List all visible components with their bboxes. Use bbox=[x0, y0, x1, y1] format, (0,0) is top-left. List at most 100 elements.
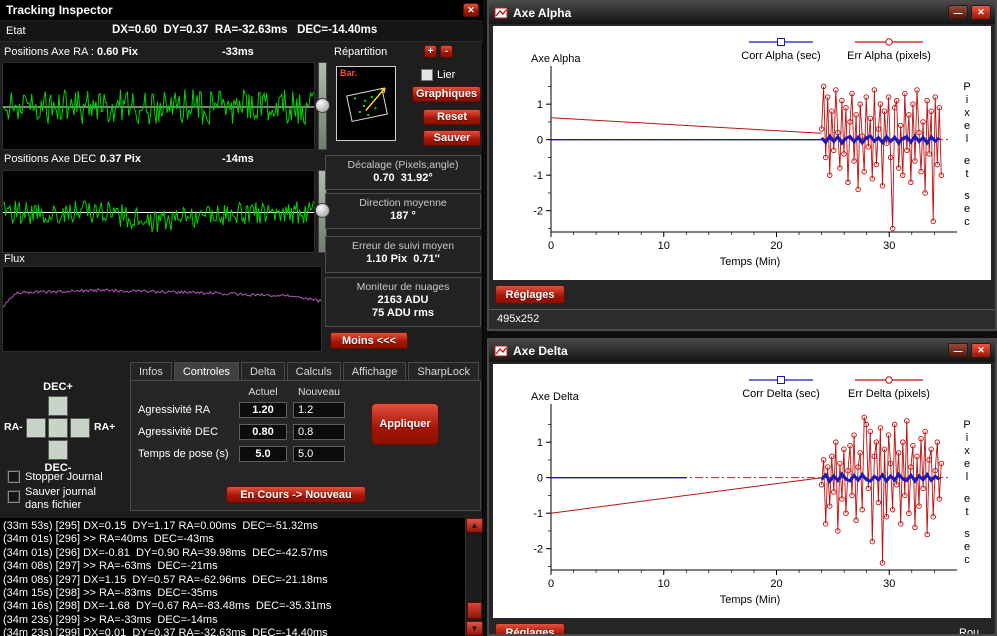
log-line: (34m 08s) [297] DX=1.15 DY=0.57 RA=-62.9… bbox=[0, 574, 483, 587]
svg-text:s: s bbox=[964, 528, 970, 540]
temps-de-pose-input[interactable] bbox=[293, 446, 345, 462]
tab-calculs[interactable]: Calculs bbox=[287, 362, 341, 381]
dpad-right-label: RA+ bbox=[94, 421, 115, 433]
svg-text:20: 20 bbox=[770, 240, 782, 252]
dpad-ra-minus-button[interactable] bbox=[26, 418, 46, 438]
bar-label: Bar. bbox=[340, 68, 357, 78]
svg-text:t: t bbox=[965, 168, 968, 180]
titlebar[interactable]: Axe Delta — ✕ bbox=[489, 340, 995, 362]
minimize-icon[interactable]: — bbox=[948, 5, 968, 20]
tab-controles[interactable]: Controles bbox=[174, 362, 239, 381]
svg-text:e: e bbox=[964, 458, 970, 470]
stopper-journal-label: Stopper Journal bbox=[25, 471, 103, 483]
svg-text:0: 0 bbox=[548, 240, 554, 252]
scrollbar-thumb[interactable] bbox=[467, 602, 482, 619]
ra-row-label: Positions Axe RA : bbox=[4, 46, 94, 58]
chart-client: 010203010-1-2Temps (Min)Axe AlphaCorr Al… bbox=[493, 26, 991, 280]
appliquer-button[interactable]: Appliquer bbox=[371, 403, 439, 445]
tab-infos[interactable]: Infos bbox=[130, 362, 172, 381]
row-label-agressivite-dec: Agressivité DEC bbox=[138, 426, 218, 438]
column-header-actuel: Actuel bbox=[239, 386, 287, 398]
reglages-button[interactable]: Réglages bbox=[495, 623, 565, 636]
reset-button[interactable]: Reset bbox=[423, 109, 481, 125]
agressivite-dec-input[interactable] bbox=[293, 424, 345, 440]
reglages-button[interactable]: Réglages bbox=[495, 285, 565, 304]
nuages-value-1: 2163 ADU bbox=[326, 294, 480, 306]
nuages-box: Moniteur de nuages 2163 ADU 75 ADU rms bbox=[325, 277, 481, 327]
svg-text:30: 30 bbox=[883, 240, 895, 252]
client-size-status: 495x252 bbox=[497, 313, 539, 325]
row-label-agressivite-ra: Agressivité RA bbox=[138, 404, 210, 416]
tab-sharplock[interactable]: SharpLock bbox=[408, 362, 479, 381]
ra-slider-knob[interactable] bbox=[315, 98, 330, 113]
log-area: (33m 53s) [295] DX=0.15 DY=1.17 RA=0.00m… bbox=[0, 518, 483, 636]
etat-label: Etat bbox=[6, 25, 26, 37]
sauver-journal-checkbox[interactable] bbox=[7, 490, 20, 503]
tab-affichage[interactable]: Affichage bbox=[343, 362, 407, 381]
log-scrollbar[interactable]: ▲ ▼ bbox=[465, 518, 482, 636]
svg-text:e: e bbox=[964, 120, 970, 132]
svg-text:30: 30 bbox=[883, 578, 895, 590]
scroll-down-icon[interactable]: ▼ bbox=[466, 621, 483, 636]
svg-text:e: e bbox=[964, 493, 970, 505]
etat-row: Etat DX=0.60 DY=0.37 RA=-32.63ms DEC=-14… bbox=[0, 21, 483, 42]
ra-pix-value: 0.60 Pix bbox=[97, 46, 138, 58]
svg-text:Err Alpha (pixels): Err Alpha (pixels) bbox=[847, 50, 931, 62]
temps-de-pose-actuel: 5.0 bbox=[239, 446, 287, 462]
svg-text:e: e bbox=[964, 541, 970, 553]
dec-pix-value: 0.37 Pix bbox=[100, 153, 141, 165]
titlebar[interactable]: Tracking Inspector ✕ bbox=[0, 0, 483, 20]
sauver-button[interactable]: Sauver bbox=[423, 130, 481, 146]
dec-slider-knob[interactable] bbox=[315, 203, 330, 218]
svg-text:P: P bbox=[963, 81, 970, 93]
svg-text:Axe Alpha: Axe Alpha bbox=[531, 53, 581, 65]
desktop: Tracking Inspector ✕ Etat DX=0.60 DY=0.3… bbox=[0, 0, 997, 636]
svg-text:e: e bbox=[964, 155, 970, 167]
dpad-dec-plus-button[interactable] bbox=[48, 396, 68, 416]
chart-client: 010203010-1-2Temps (Min)Axe DeltaCorr De… bbox=[493, 364, 991, 618]
dec-ms-value: -14ms bbox=[222, 153, 254, 165]
dpad-center-button[interactable] bbox=[48, 418, 68, 438]
svg-text:c: c bbox=[964, 216, 970, 228]
lier-checkbox[interactable] bbox=[421, 69, 433, 81]
dpad-dec-minus-button[interactable] bbox=[48, 440, 68, 460]
tab-bar: Infos Controles Delta Calculs Affichage … bbox=[130, 362, 481, 381]
tab-delta[interactable]: Delta bbox=[241, 362, 285, 381]
log-line: (34m 08s) [297] >> RA=-63ms DEC=-21ms bbox=[0, 560, 483, 573]
close-icon[interactable]: ✕ bbox=[971, 5, 991, 20]
en-cours-nouveau-button[interactable]: En Cours -> Nouveau bbox=[226, 486, 366, 503]
stopper-journal-checkbox[interactable] bbox=[7, 470, 20, 483]
minimize-icon[interactable]: — bbox=[948, 343, 968, 358]
svg-text:Temps (Min): Temps (Min) bbox=[720, 594, 781, 606]
svg-text:x: x bbox=[964, 107, 970, 119]
etat-value: DX=0.60 DY=0.37 RA=-32.63ms DEC=-14.40ms bbox=[112, 24, 377, 36]
svg-text:Corr Delta (sec): Corr Delta (sec) bbox=[742, 388, 820, 400]
svg-text:-2: -2 bbox=[533, 206, 543, 218]
scroll-up-icon[interactable]: ▲ bbox=[466, 518, 483, 533]
log-line: (34m 23s) [299] >> RA=-33ms DEC=-14ms bbox=[0, 614, 483, 627]
flux-label: Flux bbox=[4, 253, 25, 265]
lier-label: Lier bbox=[437, 69, 455, 81]
close-icon[interactable]: ✕ bbox=[463, 3, 479, 17]
delta-chart: 010203010-1-2Temps (Min)Axe DeltaCorr De… bbox=[493, 364, 991, 618]
sauver-journal-label-2: dans fichier bbox=[25, 499, 81, 511]
agressivite-dec-actuel: 0.80 bbox=[239, 424, 287, 440]
titlebar[interactable]: Axe Alpha — ✕ bbox=[489, 2, 995, 24]
svg-text:-1: -1 bbox=[533, 508, 543, 520]
dpad-ra-plus-button[interactable] bbox=[70, 418, 90, 438]
window-title: Axe Delta bbox=[513, 344, 568, 358]
graphiques-button[interactable]: Graphiques bbox=[412, 86, 481, 102]
agressivite-ra-input[interactable] bbox=[293, 402, 345, 418]
moins-button[interactable]: Moins <<< bbox=[330, 332, 408, 349]
svg-text:x: x bbox=[964, 445, 970, 457]
window-title: Axe Alpha bbox=[513, 6, 571, 20]
dpad-left-label: RA- bbox=[4, 421, 23, 433]
log-line: (34m 01s) [296] DX=-0.81 DY=0.90 RA=39.9… bbox=[0, 547, 483, 560]
repartition-zoom-out-button[interactable]: - bbox=[440, 45, 453, 58]
repartition-zoom-in-button[interactable]: + bbox=[424, 45, 437, 58]
direction-title: Direction moyenne bbox=[326, 197, 480, 209]
log-line: (34m 01s) [296] >> RA=40ms DEC=-43ms bbox=[0, 533, 483, 546]
axe-delta-window: Axe Delta — ✕ 010203010-1-2Temps (Min)Ax… bbox=[487, 338, 997, 636]
close-icon[interactable]: ✕ bbox=[971, 343, 991, 358]
status-bar: 495x252 bbox=[489, 309, 995, 329]
